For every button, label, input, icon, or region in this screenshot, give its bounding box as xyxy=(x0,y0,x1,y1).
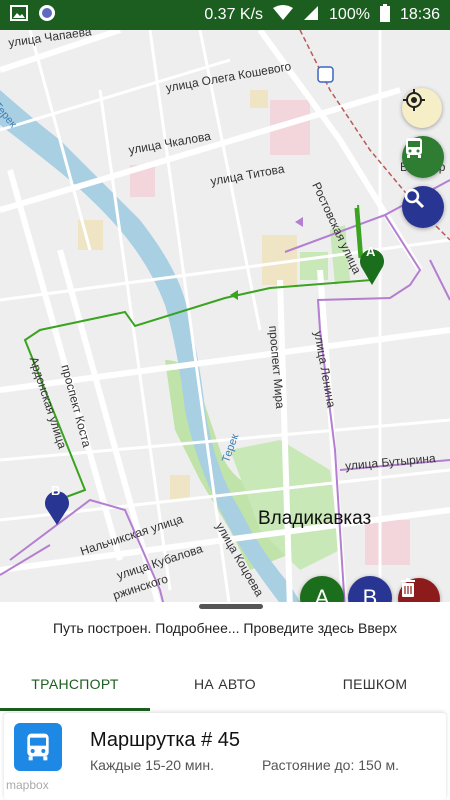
map-marker-b[interactable]: B xyxy=(51,483,60,498)
battery-icon xyxy=(379,3,390,27)
battery-level: 100% xyxy=(329,6,370,23)
bus-icon xyxy=(14,723,62,771)
route-distance: Растояние до: 150 м. xyxy=(262,757,400,773)
transport-mode-button[interactable] xyxy=(402,136,444,178)
sheet-drag-handle[interactable] xyxy=(199,604,263,609)
active-tab-indicator xyxy=(0,708,150,711)
mapbox-attribution[interactable]: mapbox xyxy=(6,778,49,792)
city-label: Владикавказ xyxy=(258,508,372,529)
tab-car[interactable]: НА АВТО xyxy=(150,656,300,712)
wifi-icon xyxy=(273,4,294,26)
image-icon xyxy=(10,4,28,26)
route-status-hint[interactable]: Путь построен. Подробнее... Проведите зд… xyxy=(0,620,450,636)
status-bar: 0.37 K/s 100% 18:36 xyxy=(0,0,450,30)
tab-walk[interactable]: ПЕШКОМ xyxy=(300,656,450,712)
network-speed: 0.37 K/s xyxy=(204,6,264,23)
transport-tabs: ТРАНСПОРТ НА АВТО ПЕШКОМ xyxy=(0,656,450,712)
app-notification-icon xyxy=(38,4,56,27)
my-location-button[interactable] xyxy=(402,88,442,128)
route-frequency: Каждые 15-20 мин. xyxy=(90,757,214,773)
clock: 18:36 xyxy=(399,6,440,23)
tab-transport[interactable]: ТРАНСПОРТ xyxy=(0,656,150,712)
map-view[interactable]: улица Чапаева улица Олега Кошевого улица… xyxy=(0,30,450,610)
search-button[interactable] xyxy=(402,186,444,228)
route-title: Маршрутка # 45 xyxy=(90,729,241,751)
route-card[interactable]: Маршрутка # 45 Каждые 15-20 мин. Растоян… xyxy=(4,713,446,800)
map-marker-a[interactable]: A xyxy=(366,244,375,259)
signal-icon xyxy=(303,5,319,26)
